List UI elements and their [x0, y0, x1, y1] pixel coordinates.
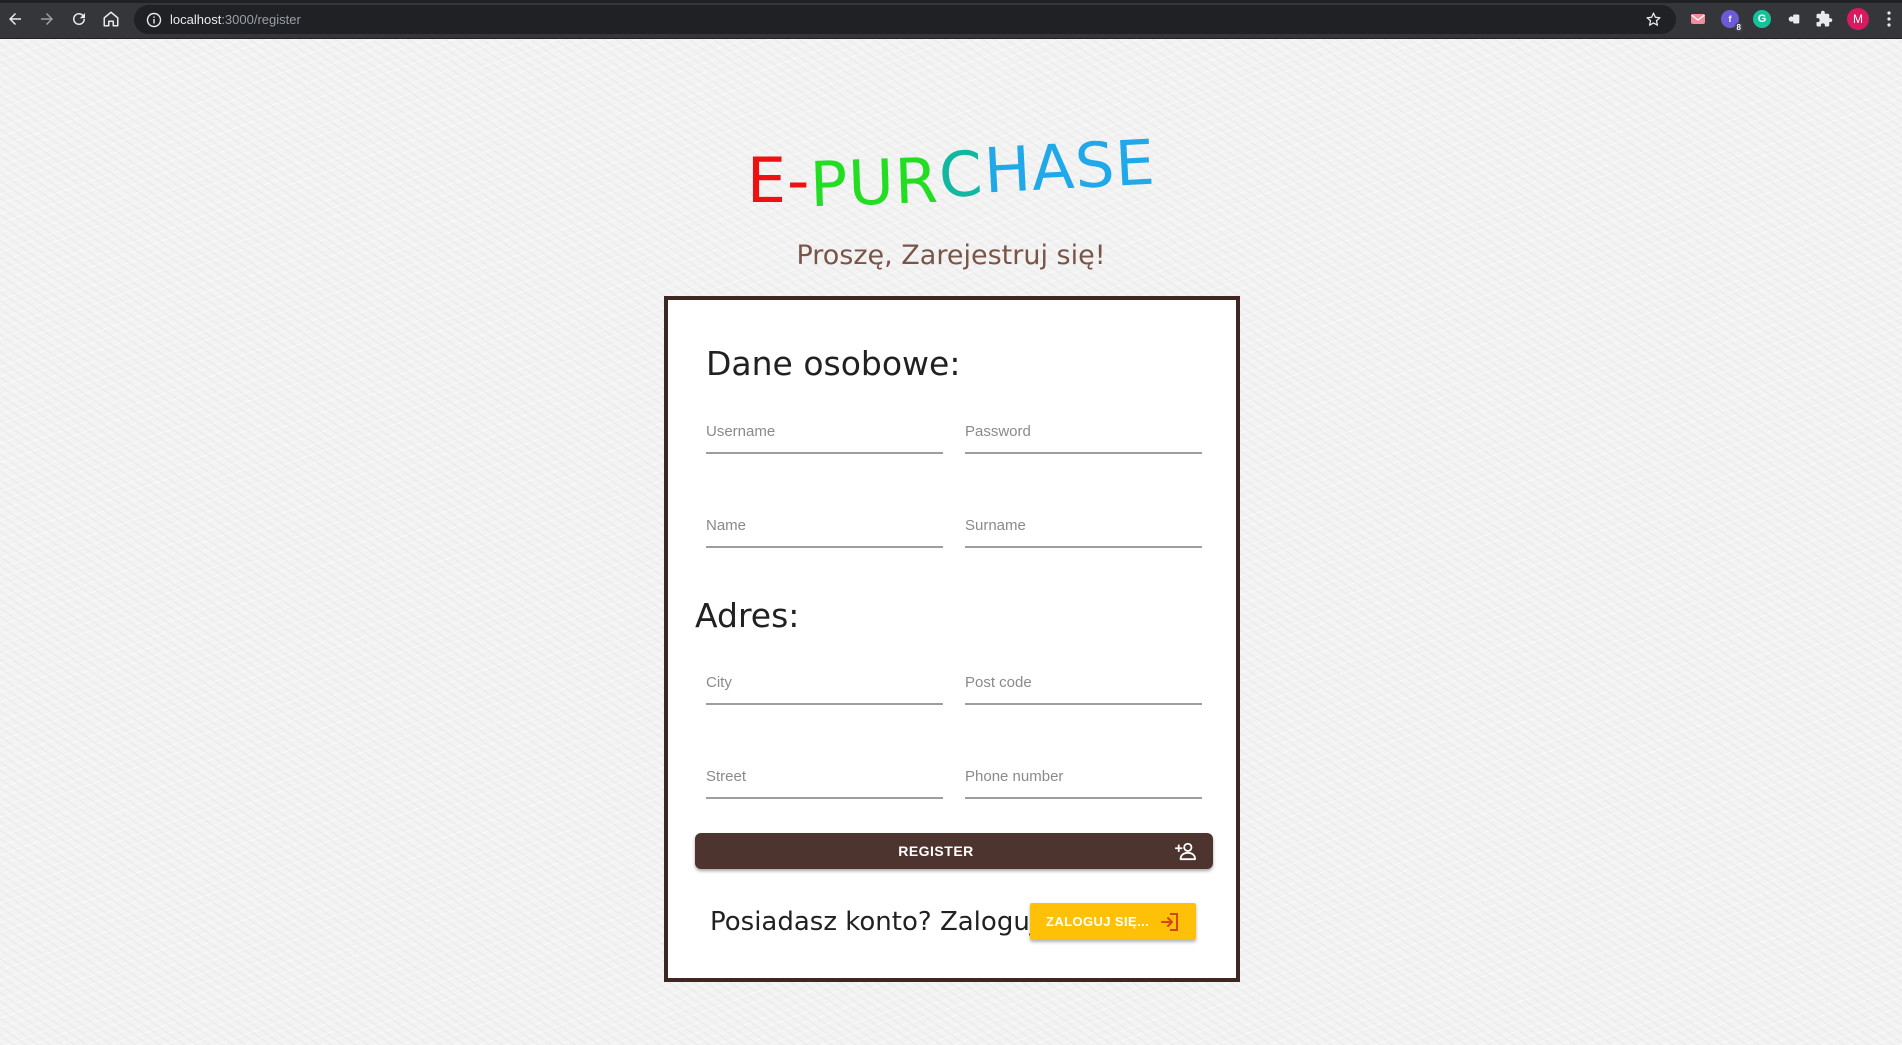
city-input[interactable]: [706, 669, 943, 695]
postcode-field: [965, 663, 1202, 705]
register-button-label: REGISTER: [898, 843, 974, 859]
street-field: [706, 757, 943, 799]
add-user-icon: [1175, 841, 1197, 861]
name-field: [706, 506, 943, 548]
tab-strip: [0, 0, 1902, 3]
username-field: [706, 412, 943, 454]
arrow-right-icon: [41, 13, 53, 25]
back-button[interactable]: [4, 8, 26, 30]
logo-c: C: [937, 136, 986, 213]
browser-toolbar: localhost:3000/register f 8 G M: [0, 0, 1902, 39]
home-icon: [103, 11, 119, 27]
extensions-puzzle-icon[interactable]: [1815, 10, 1833, 28]
login-button-label: ZALOGUJ SIĘ...: [1046, 914, 1150, 929]
url-path: :3000/register: [221, 12, 301, 27]
username-input[interactable]: [706, 418, 943, 444]
phone-input[interactable]: [965, 763, 1202, 789]
surname-input[interactable]: [965, 512, 1202, 538]
page-subtitle: Proszę, Zarejestruj się!: [796, 240, 1106, 271]
login-button[interactable]: ZALOGUJ SIĘ...: [1030, 903, 1196, 940]
url-text: localhost:3000/register: [170, 12, 301, 27]
extension-badge: 8: [1734, 23, 1743, 32]
address-heading: Adres:: [695, 596, 800, 635]
login-prompt: Posiadasz konto? Zaloguj sie: [710, 907, 1083, 937]
login-row: Posiadasz konto? Zaloguj sie ZALOGUJ SIĘ…: [668, 903, 1236, 941]
register-card: Dane osobowe: Adres: REGISTER Posiadasz …: [664, 296, 1240, 982]
logo-hase: HASE: [981, 125, 1157, 208]
logo-pur: PUR: [809, 143, 941, 222]
register-button[interactable]: REGISTER: [695, 833, 1213, 869]
extension-mail-icon[interactable]: [1689, 10, 1707, 28]
home-button[interactable]: [100, 8, 122, 30]
profile-avatar[interactable]: M: [1847, 8, 1869, 30]
brand-logo: E-PURCHASE: [0, 126, 1902, 222]
password-field: [965, 412, 1202, 454]
url-host: localhost: [170, 12, 222, 27]
extension-puzzle-piece-icon[interactable]: [1785, 10, 1803, 28]
postcode-input[interactable]: [965, 669, 1202, 695]
personal-data-heading: Dane osobowe:: [706, 344, 961, 383]
password-input[interactable]: [965, 418, 1202, 444]
menu-kebab-icon[interactable]: [1880, 10, 1898, 28]
forward-button[interactable]: [36, 8, 58, 30]
phone-field: [965, 757, 1202, 799]
reload-icon: [73, 13, 85, 25]
arrow-left-icon: [9, 13, 21, 25]
reload-button[interactable]: [68, 8, 90, 30]
grammarly-icon[interactable]: G: [1753, 10, 1771, 28]
address-bar[interactable]: localhost:3000/register: [134, 5, 1676, 34]
extension-counter-icon[interactable]: f 8: [1721, 10, 1743, 32]
login-icon: [1160, 912, 1180, 932]
logo-dash: -: [787, 144, 811, 217]
surname-field: [965, 506, 1202, 548]
city-field: [706, 663, 943, 705]
street-input[interactable]: [706, 763, 943, 789]
name-input[interactable]: [706, 512, 943, 538]
bookmark-star-icon[interactable]: [1645, 11, 1662, 28]
info-icon[interactable]: [146, 12, 162, 28]
logo-letter-e: E: [746, 144, 788, 217]
